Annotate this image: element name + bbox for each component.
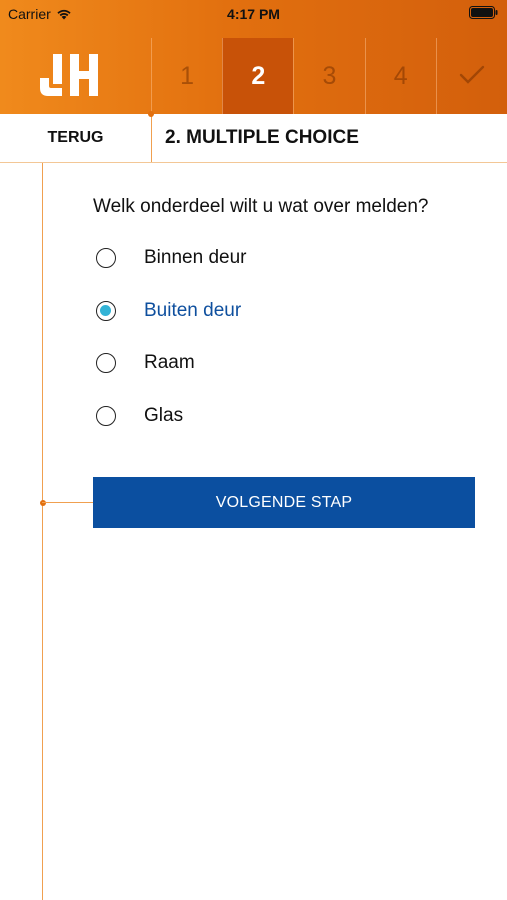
option-list: Binnen deur Buiten deur Raam Glas [93, 232, 483, 442]
battery-icon [469, 6, 499, 19]
option-binnen-deur[interactable]: Binnen deur [93, 232, 483, 285]
step-complete[interactable] [435, 38, 507, 114]
radio-button[interactable] [96, 405, 116, 426]
back-button[interactable]: TERUG [0, 114, 151, 162]
radio-button[interactable] [96, 248, 116, 269]
option-buiten-deur[interactable]: Buiten deur [93, 285, 483, 338]
step-3[interactable]: 3 [293, 38, 364, 114]
subheader-divider [151, 114, 152, 162]
radio-button[interactable] [96, 353, 116, 374]
option-raam[interactable]: Raam [93, 337, 483, 390]
next-step-button[interactable]: VOLGENDE STAP [93, 477, 475, 528]
question-text: Welk onderdeel wilt u wat over melden? [93, 196, 429, 217]
page-title: 2. MULTIPLE CHOICE [165, 127, 359, 148]
timeline-line [42, 163, 43, 900]
status-bar: Carrier 4:17 PM [0, 0, 507, 28]
sub-header: TERUG 2. MULTIPLE CHOICE [0, 114, 507, 163]
step-4[interactable]: 4 [364, 38, 436, 114]
step-indicator: 1 2 3 4 [151, 38, 507, 114]
option-label: Glas [144, 404, 184, 426]
jh-logo [40, 54, 110, 96]
step-1[interactable]: 1 [151, 38, 222, 114]
app-header: Carrier 4:17 PM 1 2 3 4 [0, 0, 507, 114]
checkmark-icon [459, 61, 485, 92]
option-label: Raam [144, 352, 195, 374]
option-label: Buiten deur [144, 299, 242, 321]
option-glas[interactable]: Glas [93, 390, 483, 443]
timeline-dot-top [148, 111, 154, 117]
status-time: 4:17 PM [227, 6, 280, 22]
step-2-active[interactable]: 2 [222, 38, 294, 114]
radio-button-selected[interactable] [96, 300, 116, 321]
option-label: Binnen deur [144, 247, 247, 269]
timeline-connector [42, 502, 93, 503]
